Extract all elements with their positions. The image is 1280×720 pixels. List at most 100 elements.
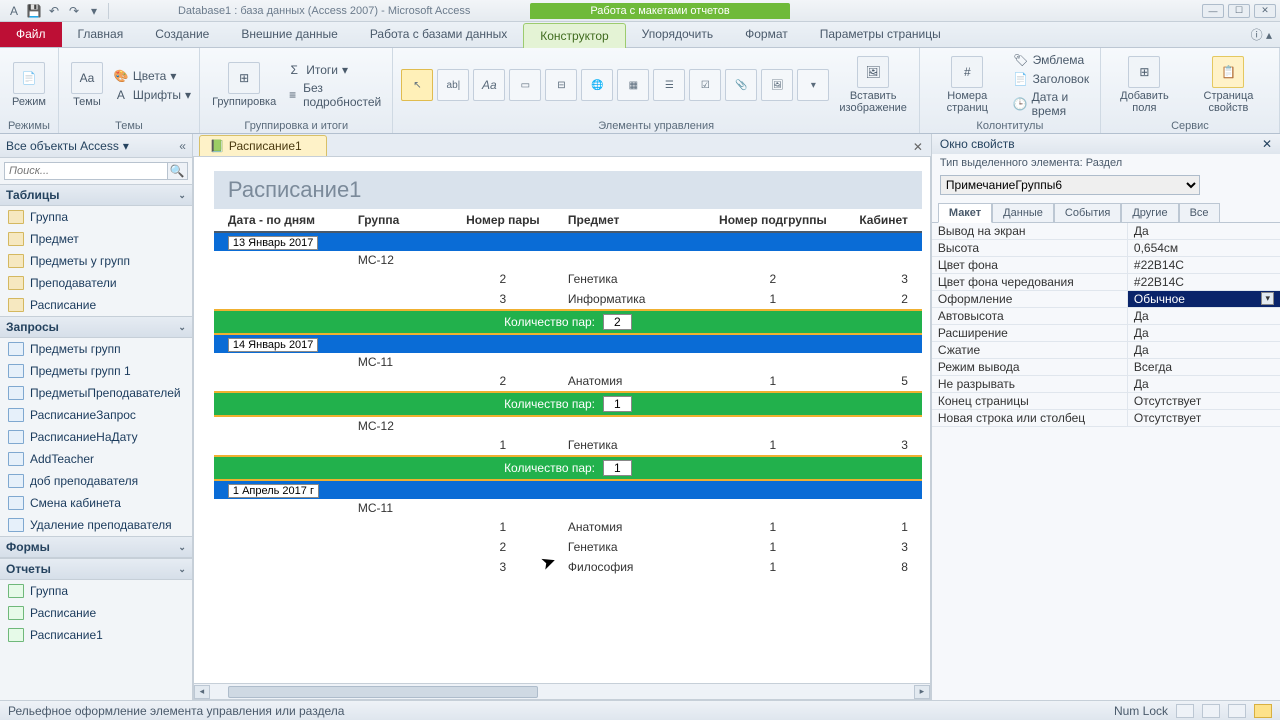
view-button[interactable]: 📄Режим <box>8 60 50 110</box>
themes-button[interactable]: AaТемы <box>67 60 107 110</box>
maximize-button[interactable]: ☐ <box>1228 4 1250 18</box>
nav-item[interactable]: ПредметыПреподавателей <box>0 382 192 404</box>
ribbon-help-icon[interactable]: ⓘ ▴ <box>1243 22 1280 47</box>
nav-category[interactable]: Отчеты⌄ <box>0 558 192 580</box>
props-tab[interactable]: Макет <box>938 203 992 223</box>
qat-more-icon[interactable]: ▾ <box>86 3 102 19</box>
insert-image-button[interactable]: 🖼Вставить изображение <box>835 54 911 116</box>
property-row[interactable]: Цвет фона чередования#22B14C <box>932 274 1280 291</box>
nav-search-input[interactable] <box>4 162 168 180</box>
property-sheet: Окно свойств✕ Тип выделенного элемента: … <box>931 134 1280 700</box>
property-row[interactable]: Цвет фона#22B14C <box>932 257 1280 274</box>
logo-button[interactable]: 🏷Эмблема <box>1013 52 1092 68</box>
property-row[interactable]: ОформлениеОбычное▾ <box>932 291 1280 308</box>
view-print-icon[interactable] <box>1202 704 1220 718</box>
nav-item[interactable]: доб преподавателя <box>0 470 192 492</box>
fonts-button[interactable]: AШрифты ▾ <box>113 87 191 103</box>
nav-item[interactable]: Группа <box>0 206 192 228</box>
tab-design[interactable]: Конструктор <box>523 23 625 48</box>
nav-item[interactable]: Расписание1 <box>0 624 192 646</box>
add-fields-button[interactable]: ⊞Добавить поля <box>1109 54 1180 116</box>
date-group-header[interactable]: 13 Январь 2017 <box>214 233 922 251</box>
nav-category[interactable]: Таблицы⌄ <box>0 184 192 206</box>
save-icon[interactable]: 💾 <box>26 3 42 19</box>
tab-database[interactable]: Работа с базами данных <box>354 22 523 47</box>
nav-item[interactable]: Предметы групп <box>0 338 192 360</box>
totals-button[interactable]: ΣИтоги ▾ <box>286 62 384 78</box>
nav-header[interactable]: Все объекты Access▾ « <box>0 134 192 158</box>
nav-item[interactable]: РасписаниеНаДату <box>0 426 192 448</box>
view-design-icon[interactable] <box>1254 704 1272 718</box>
nav-item[interactable]: Расписание <box>0 294 192 316</box>
property-row[interactable]: Вывод на экранДа <box>932 223 1280 240</box>
qry-icon <box>8 496 24 510</box>
property-row[interactable]: Режим выводаВсегда <box>932 359 1280 376</box>
nav-item[interactable]: Преподаватели <box>0 272 192 294</box>
nav-item[interactable]: AddTeacher <box>0 448 192 470</box>
qry-icon <box>8 474 24 488</box>
view-report-icon[interactable] <box>1176 704 1194 718</box>
group-footer[interactable]: Количество пар:1 <box>214 455 922 481</box>
title-button[interactable]: 📄Заголовок <box>1013 71 1092 87</box>
props-selector[interactable]: ПримечаниеГруппы6 <box>940 175 1200 195</box>
horizontal-scrollbar[interactable]: ◂▸ <box>194 683 930 699</box>
property-row[interactable]: РасширениеДа <box>932 325 1280 342</box>
property-row[interactable]: Не разрыватьДа <box>932 376 1280 393</box>
window-title: Database1 : база данных (Access 2007) - … <box>118 5 530 17</box>
attach-icon: 📎 <box>725 69 757 101</box>
doc-tab[interactable]: 📗 Расписание1 <box>199 135 327 156</box>
property-row[interactable]: Высота0,654см <box>932 240 1280 257</box>
datetime-button[interactable]: 🕒Дата и время <box>1013 90 1092 118</box>
button-icon: ▭ <box>509 69 541 101</box>
tab-create[interactable]: Создание <box>139 22 225 47</box>
nav-item[interactable]: Предметы групп 1 <box>0 360 192 382</box>
select-tool-icon: ↖ <box>401 69 433 101</box>
nav-item[interactable]: Смена кабинета <box>0 492 192 514</box>
date-group-header[interactable]: 1 Апрель 2017 г <box>214 481 922 499</box>
property-sheet-button[interactable]: 📋Страница свойств <box>1186 54 1271 116</box>
tab-page-setup[interactable]: Параметры страницы <box>804 22 957 47</box>
report-canvas[interactable]: Расписание1Дата - по днямГруппаНомер пар… <box>193 156 931 700</box>
property-row[interactable]: СжатиеДа <box>932 342 1280 359</box>
tbl-icon <box>8 276 24 290</box>
nav-item[interactable]: Предметы у групп <box>0 250 192 272</box>
nav-item[interactable]: Предмет <box>0 228 192 250</box>
tab-format[interactable]: Формат <box>729 22 804 47</box>
group-footer[interactable]: Количество пар:1 <box>214 391 922 417</box>
nav-item[interactable]: РасписаниеЗапрос <box>0 404 192 426</box>
nav-category[interactable]: Формы⌄ <box>0 536 192 558</box>
nav-item[interactable]: Расписание <box>0 602 192 624</box>
doc-close-icon[interactable]: ✕ <box>909 138 927 156</box>
props-close-icon[interactable]: ✕ <box>1262 137 1272 151</box>
props-tab[interactable]: События <box>1054 203 1121 223</box>
property-row[interactable]: Конец страницыОтсутствует <box>932 393 1280 410</box>
nav-category[interactable]: Запросы⌄ <box>0 316 192 338</box>
redo-icon[interactable]: ↷ <box>66 3 82 19</box>
property-row[interactable]: АвтовысотаДа <box>932 308 1280 325</box>
colors-button[interactable]: 🎨Цвета ▾ <box>113 68 191 84</box>
nav-collapse-icon[interactable]: « <box>179 139 186 153</box>
tab-arrange[interactable]: Упорядочить <box>626 22 729 47</box>
tab-file[interactable]: Файл <box>0 22 62 47</box>
props-tab[interactable]: Данные <box>992 203 1054 223</box>
report-title: Расписание1 <box>228 177 908 203</box>
minimize-button[interactable]: — <box>1202 4 1224 18</box>
page-numbers-button[interactable]: #Номера страниц <box>928 54 1007 116</box>
tab-external[interactable]: Внешние данные <box>225 22 354 47</box>
undo-icon[interactable]: ↶ <box>46 3 62 19</box>
qry-icon <box>8 364 24 378</box>
controls-gallery[interactable]: ↖ ab| Aa ▭ ⊟ 🌐 ▦ ☰ ☑ 📎 🖼 ▾ <box>401 69 829 101</box>
nav-item[interactable]: Группа <box>0 580 192 602</box>
hide-details-button[interactable]: ≡Без подробностей <box>286 81 384 109</box>
property-row[interactable]: Новая строка или столбецОтсутствует <box>932 410 1280 427</box>
view-layout-icon[interactable] <box>1228 704 1246 718</box>
search-icon[interactable]: 🔍 <box>168 162 188 180</box>
close-button[interactable]: ✕ <box>1254 4 1276 18</box>
props-tab[interactable]: Все <box>1179 203 1220 223</box>
date-group-header[interactable]: 14 Январь 2017 <box>214 335 922 353</box>
tab-home[interactable]: Главная <box>62 22 140 47</box>
grouping-button[interactable]: ⊞Группировка <box>208 60 280 110</box>
group-footer[interactable]: Количество пар:2 <box>214 309 922 335</box>
nav-item[interactable]: Удаление преподавателя <box>0 514 192 536</box>
props-tab[interactable]: Другие <box>1121 203 1178 223</box>
